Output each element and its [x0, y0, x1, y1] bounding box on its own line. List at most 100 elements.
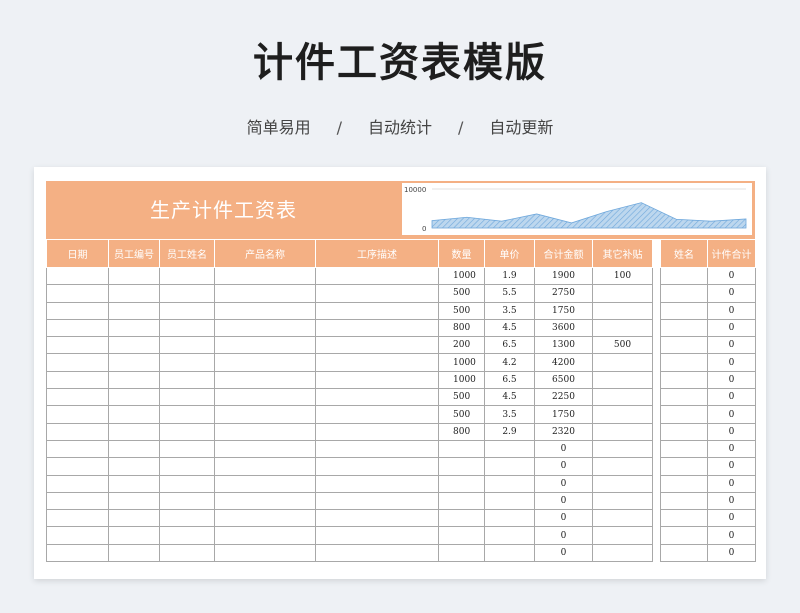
- cell-total-amount[interactable]: 1750: [534, 405, 593, 424]
- cell-total-amount[interactable]: 0: [534, 509, 593, 528]
- cell-total-amount[interactable]: 2320: [534, 422, 593, 441]
- cell-product-name[interactable]: [214, 457, 316, 476]
- cell-employee-name[interactable]: [159, 388, 215, 407]
- cell-employee-id[interactable]: [108, 318, 160, 338]
- cell-process-desc[interactable]: [315, 353, 439, 372]
- cell-process-desc[interactable]: [315, 509, 439, 528]
- cell-unit-price[interactable]: [484, 439, 535, 459]
- cell-piece-total[interactable]: 0: [707, 457, 756, 476]
- cell-product-name[interactable]: [214, 301, 316, 320]
- cell-name[interactable]: [660, 491, 708, 511]
- cell-name[interactable]: [660, 266, 708, 286]
- col-product-name-header[interactable]: 产品名称: [214, 239, 316, 268]
- cell-quantity[interactable]: 800: [438, 422, 485, 441]
- cell-subsidy[interactable]: [592, 491, 653, 511]
- cell-total-amount[interactable]: 3600: [534, 318, 593, 338]
- col-unit-price-header[interactable]: 单价: [484, 239, 535, 268]
- cell-quantity[interactable]: 1000: [438, 266, 485, 286]
- cell-employee-name[interactable]: [159, 526, 215, 545]
- cell-date[interactable]: [46, 509, 109, 528]
- cell-date[interactable]: [46, 388, 109, 407]
- cell-piece-total[interactable]: 0: [707, 509, 756, 528]
- cell-product-name[interactable]: [214, 422, 316, 441]
- cell-process-desc[interactable]: [315, 543, 439, 563]
- cell-date[interactable]: [46, 526, 109, 545]
- cell-quantity[interactable]: [438, 526, 485, 545]
- cell-piece-total[interactable]: 0: [707, 422, 756, 441]
- cell-unit-price[interactable]: [484, 526, 535, 545]
- cell-employee-name[interactable]: [159, 457, 215, 476]
- cell-process-desc[interactable]: [315, 405, 439, 424]
- cell-employee-name[interactable]: [159, 284, 215, 303]
- cell-date[interactable]: [46, 370, 109, 390]
- cell-employee-id[interactable]: [108, 474, 160, 493]
- cell-unit-price[interactable]: 4.5: [484, 318, 535, 338]
- cell-process-desc[interactable]: [315, 526, 439, 545]
- cell-unit-price[interactable]: 3.5: [484, 301, 535, 320]
- cell-piece-total[interactable]: 0: [707, 405, 756, 424]
- cell-product-name[interactable]: [214, 491, 316, 511]
- cell-date[interactable]: [46, 284, 109, 303]
- col-quantity-header[interactable]: 数量: [438, 239, 485, 268]
- cell-name[interactable]: [660, 336, 708, 355]
- cell-product-name[interactable]: [214, 284, 316, 303]
- cell-process-desc[interactable]: [315, 457, 439, 476]
- cell-name[interactable]: [660, 474, 708, 493]
- cell-quantity[interactable]: 500: [438, 388, 485, 407]
- cell-unit-price[interactable]: 4.2: [484, 353, 535, 372]
- cell-subsidy[interactable]: [592, 526, 653, 545]
- cell-employee-name[interactable]: [159, 543, 215, 563]
- cell-unit-price[interactable]: [484, 457, 535, 476]
- cell-subsidy[interactable]: [592, 405, 653, 424]
- cell-name[interactable]: [660, 388, 708, 407]
- col-piece-total-header[interactable]: 计件合计: [707, 239, 756, 268]
- cell-subsidy[interactable]: [592, 543, 653, 563]
- cell-product-name[interactable]: [214, 439, 316, 459]
- cell-unit-price[interactable]: 1.9: [484, 266, 535, 286]
- cell-employee-id[interactable]: [108, 405, 160, 424]
- cell-quantity[interactable]: [438, 439, 485, 459]
- cell-name[interactable]: [660, 526, 708, 545]
- cell-product-name[interactable]: [214, 543, 316, 563]
- cell-subsidy[interactable]: [592, 370, 653, 390]
- cell-date[interactable]: [46, 405, 109, 424]
- cell-process-desc[interactable]: [315, 370, 439, 390]
- cell-subsidy[interactable]: 100: [592, 266, 653, 286]
- cell-employee-id[interactable]: [108, 543, 160, 563]
- cell-piece-total[interactable]: 0: [707, 318, 756, 338]
- cell-subsidy[interactable]: [592, 509, 653, 528]
- cell-piece-total[interactable]: 0: [707, 543, 756, 563]
- cell-piece-total[interactable]: 0: [707, 353, 756, 372]
- cell-product-name[interactable]: [214, 474, 316, 493]
- cell-total-amount[interactable]: 0: [534, 439, 593, 459]
- cell-total-amount[interactable]: 6500: [534, 370, 593, 390]
- cell-product-name[interactable]: [214, 353, 316, 372]
- cell-piece-total[interactable]: 0: [707, 301, 756, 320]
- cell-quantity[interactable]: 1000: [438, 370, 485, 390]
- cell-subsidy[interactable]: [592, 457, 653, 476]
- cell-name[interactable]: [660, 318, 708, 338]
- cell-date[interactable]: [46, 318, 109, 338]
- cell-piece-total[interactable]: 0: [707, 491, 756, 511]
- cell-product-name[interactable]: [214, 526, 316, 545]
- cell-piece-total[interactable]: 0: [707, 526, 756, 545]
- cell-employee-id[interactable]: [108, 422, 160, 441]
- cell-date[interactable]: [46, 266, 109, 286]
- cell-total-amount[interactable]: 1300: [534, 336, 593, 355]
- cell-product-name[interactable]: [214, 405, 316, 424]
- cell-total-amount[interactable]: 1900: [534, 266, 593, 286]
- cell-quantity[interactable]: [438, 509, 485, 528]
- cell-quantity[interactable]: [438, 474, 485, 493]
- cell-quantity[interactable]: 1000: [438, 353, 485, 372]
- cell-piece-total[interactable]: 0: [707, 388, 756, 407]
- cell-date[interactable]: [46, 439, 109, 459]
- cell-piece-total[interactable]: 0: [707, 284, 756, 303]
- col-date-header[interactable]: 日期: [46, 239, 109, 268]
- cell-total-amount[interactable]: 0: [534, 526, 593, 545]
- cell-total-amount[interactable]: 0: [534, 474, 593, 493]
- cell-employee-name[interactable]: [159, 439, 215, 459]
- cell-unit-price[interactable]: [484, 491, 535, 511]
- cell-process-desc[interactable]: [315, 491, 439, 511]
- cell-name[interactable]: [660, 457, 708, 476]
- cell-process-desc[interactable]: [315, 422, 439, 441]
